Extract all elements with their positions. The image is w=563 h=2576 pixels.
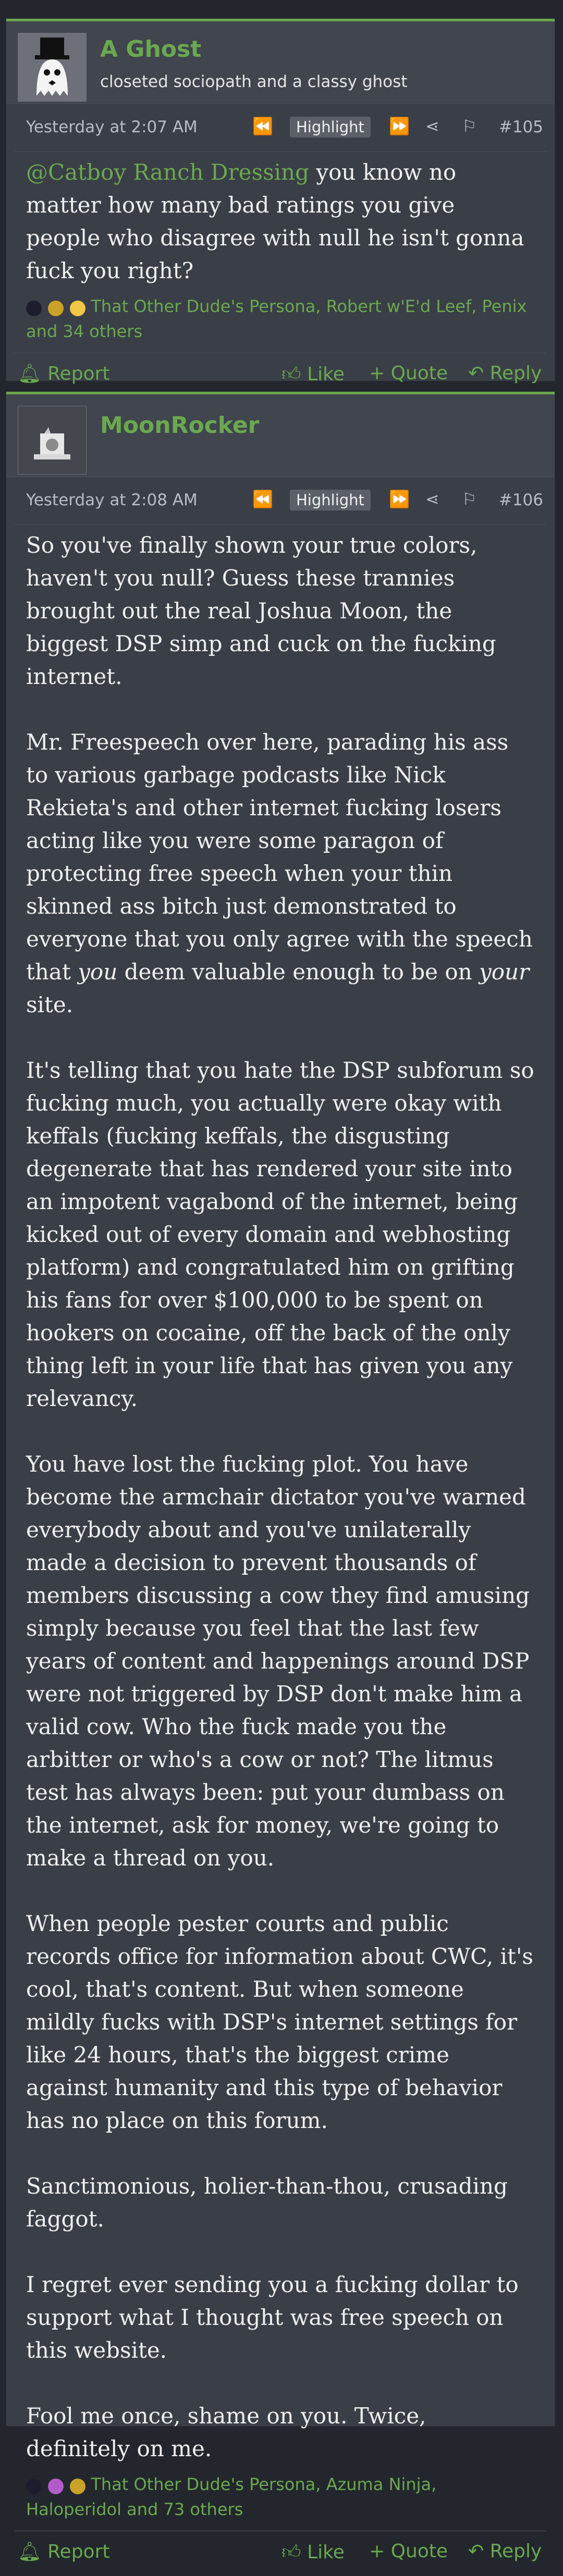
paragraph: So you've finally shown your true colors… [26,532,496,689]
post-header: MoonRocker [6,394,555,477]
avatar[interactable] [18,406,87,475]
thumbs-up-icon: 👍︎ [282,2542,301,2563]
paragraph: It's telling that you hate the DSP subfo… [26,1057,534,1411]
double-right-icon[interactable]: ⏩ [389,117,410,135]
paragraph: Mr. Freespeech over here, parading his a… [26,729,533,1017]
like-button[interactable]: 👍︎ Like [282,363,345,385]
report-button[interactable]: 🔔︎ Report [18,2541,110,2562]
plus-icon: + [369,2541,385,2562]
highlight-button[interactable]: Highlight [290,490,371,511]
username[interactable]: MoonRocker [100,412,259,439]
post-number[interactable]: #106 [499,491,543,509]
post-meta: Yesterday at 2:08 AM ⏪ Highlight ⏩ ⋖ ⚐ #… [15,477,546,525]
top-hat-icon [26,2479,42,2494]
thumbs-up-icon: 👍︎ [282,364,301,385]
thinking-icon [70,301,86,316]
post-meta: Yesterday at 2:07 AM ⏪ Highlight ⏩ ⋖ ⚐ #… [15,104,546,152]
report-button[interactable]: 🔔︎ Report [18,363,110,384]
username[interactable]: A Ghost [100,36,201,63]
post-106: MoonRocker Yesterday at 2:08 AM ⏪ Highli… [6,392,555,2563]
paragraph: You have lost the fucking plot. You have… [26,1451,530,1871]
post-actions: 🔔︎ Report 👍︎ Like + Quote ↶ Reply [15,353,546,398]
paragraph: Fool me once, shame on you. Twice, defin… [26,2403,426,2461]
reactions-list[interactable]: That Other Dude's Persona, Azuma Ninja, … [26,2474,436,2519]
reply-icon: ↶ [468,2541,484,2562]
post-date[interactable]: Yesterday at 2:08 AM [26,491,198,509]
post-105: A Ghost closeted sociopath and a classy … [6,19,555,385]
paragraph: Sanctimonious, holier-than-thou, crusadi… [26,2173,508,2232]
trophy-icon [48,301,64,316]
moon-rock-avatar-icon [18,406,86,474]
share-icon[interactable]: ⋖ [425,117,439,135]
user-title: closeted sociopath and a classy ghost [100,72,408,91]
reaction-icons [26,2473,87,2497]
reactions-list[interactable]: That Other Dude's Persona, Robert w'E'd … [26,296,527,341]
reactions-bar[interactable]: That Other Dude's Persona, Robert w'E'd … [6,287,555,353]
bookmark-icon[interactable]: ⚐ [462,490,477,508]
top-hat-icon [26,301,42,316]
reactions-bar[interactable]: That Other Dude's Persona, Azuma Ninja, … [6,2465,555,2531]
quote-button[interactable]: + Quote [369,363,448,384]
ghost-avatar-icon [18,33,86,101]
rainbow-icon [48,2479,64,2494]
paragraph: I regret ever sending you a fucking doll… [26,2272,519,2363]
reply-icon: ↶ [468,363,484,384]
paragraph: When people pester courts and public rec… [26,1911,533,2133]
avatar[interactable] [18,33,87,102]
post-body: So you've finally shown your true colors… [6,525,555,2465]
highlight-button[interactable]: Highlight [290,117,371,138]
reply-button[interactable]: ↶ Reply [468,363,542,384]
bookmark-icon[interactable]: ⚐ [462,117,477,135]
plus-icon: + [369,363,385,384]
post-body: @Catboy Ranch Dressing you know no matte… [6,152,555,287]
bell-icon: 🔔︎ [18,363,42,384]
double-left-icon[interactable]: ⏪ [252,490,273,508]
user-mention[interactable]: @Catboy Ranch Dressing [26,159,309,185]
post-actions: 🔔︎ Report 👍︎ Like + Quote ↶ Reply [15,2531,546,2576]
post-date[interactable]: Yesterday at 2:07 AM [26,118,198,136]
reaction-icons [26,295,87,319]
share-icon[interactable]: ⋖ [425,490,439,508]
bell-icon: 🔔︎ [18,2541,42,2562]
post-number[interactable]: #105 [499,118,543,136]
post-header: A Ghost closeted sociopath and a classy … [6,21,555,104]
like-button[interactable]: 👍︎ Like [282,2541,345,2563]
quote-button[interactable]: + Quote [369,2541,448,2562]
double-right-icon[interactable]: ⏩ [389,490,410,508]
reply-button[interactable]: ↶ Reply [468,2541,542,2562]
double-left-icon[interactable]: ⏪ [252,117,273,135]
trophy-icon [70,2479,86,2494]
